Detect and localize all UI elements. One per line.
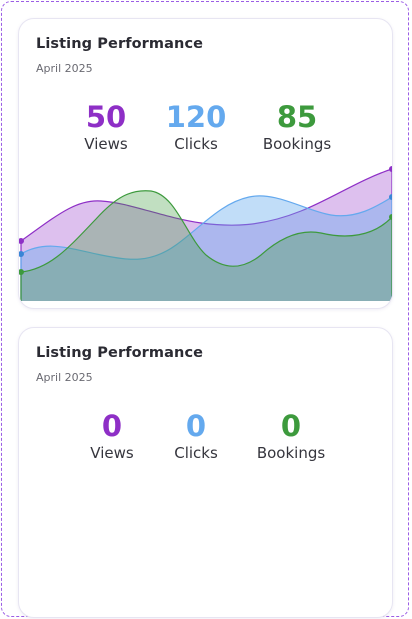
card-title: Listing Performance: [36, 345, 204, 361]
views-start-dot: [19, 238, 24, 244]
bookings-count: 0: [280, 409, 302, 443]
bookings-stat: 0 Bookings: [241, 408, 341, 463]
clicks-count: 0: [185, 409, 207, 443]
card-date: April 2025: [36, 371, 93, 384]
bookings-label: Bookings: [256, 444, 326, 462]
listing-performance-card: Listing Performance April 2025 50 Views …: [18, 18, 393, 309]
listing-performance-card-empty: Listing Performance April 2025 0 Views 0…: [18, 327, 393, 618]
bookings-start-dot: [19, 269, 24, 275]
clicks-stat: 0 Clicks: [146, 408, 246, 463]
clicks-start-dot: [19, 251, 24, 257]
clicks-label: Clicks: [174, 444, 218, 462]
performance-area-chart: [19, 166, 392, 301]
